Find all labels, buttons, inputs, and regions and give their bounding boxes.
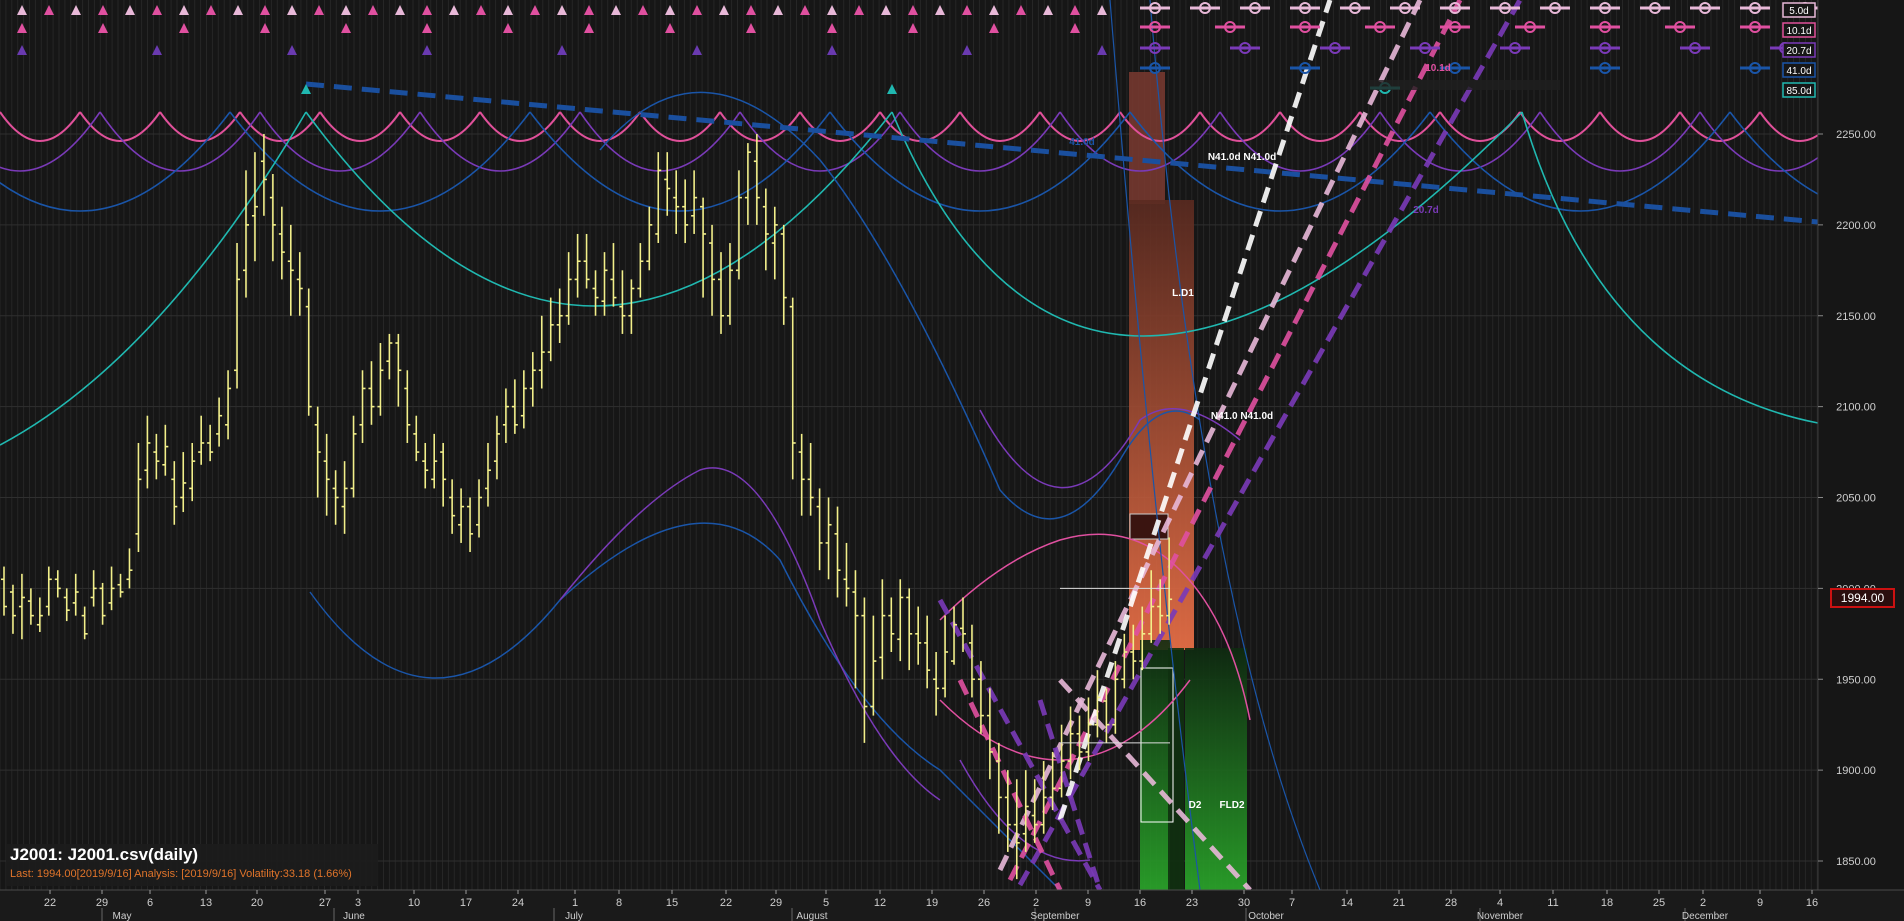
x-tick-label: 1 — [572, 897, 578, 909]
annotation-label: FLD2 — [1220, 800, 1245, 811]
x-tick-label: 20 — [251, 897, 263, 909]
x-tick-label: 13 — [200, 897, 212, 909]
x-tick-label: 24 — [512, 897, 524, 909]
x-tick-label: 14 — [1341, 897, 1353, 909]
month-label: September — [1031, 911, 1081, 921]
annotation-label: 20.7d — [1413, 205, 1439, 216]
y-tick-label: 2050.00 — [1836, 493, 1876, 505]
x-tick-label: 11 — [1547, 897, 1558, 909]
annotation-label: L.D1 — [1172, 288, 1194, 299]
x-tick-label: 16 — [1134, 897, 1146, 909]
x-tick-label: 2 — [1700, 897, 1706, 909]
month-label: August — [796, 911, 827, 921]
chart-subtitle: Last: 1994.00[2019/9/16] Analysis: [2019… — [10, 868, 352, 880]
month-label: November — [1477, 911, 1524, 921]
x-tick-label: 2 — [1033, 897, 1039, 909]
month-label: June — [343, 911, 365, 921]
x-tick-label: 16 — [1806, 897, 1818, 909]
month-label: October — [1248, 911, 1284, 921]
annotation-label: 10.1d — [1425, 63, 1451, 74]
chart-title: J2001: J2001.csv(daily) — [10, 845, 199, 864]
cycle-legend-label: 10.1d — [1786, 26, 1811, 37]
chart-root: 5.0d 10.1d 20.7d 41.0d 85.0d 10.1d 41.0d N41.0d… — [0, 0, 1904, 921]
annotation-label: N41.0d N41.0d — [1208, 152, 1276, 163]
x-tick-label: 8 — [616, 897, 622, 909]
x-tick-label: 29 — [770, 897, 782, 909]
month-label: July — [565, 911, 583, 921]
projection-box — [1129, 513, 1169, 540]
x-tick-label: 17 — [460, 897, 472, 909]
chart-canvas: 5.0d 10.1d 20.7d 41.0d 85.0d 10.1d 41.0d N41.0d… — [0, 0, 1904, 921]
x-tick-label: 12 — [874, 897, 886, 909]
x-tick-label: 29 — [96, 897, 108, 909]
chart-info-panel: J2001: J2001.csv(daily) Last: 1994.00[20… — [6, 844, 378, 886]
last-price-label: 1994.00 — [1830, 588, 1895, 608]
x-tick-label: 21 — [1393, 897, 1405, 909]
x-axis-panel — [0, 890, 1904, 921]
annotation-label: 41.0d — [1069, 137, 1095, 148]
cycle-legend-label: 5.0d — [1789, 6, 1808, 17]
cycle-legend-label: 41.0d — [1786, 66, 1811, 77]
y-tick-label: 2100.00 — [1836, 402, 1876, 414]
x-tick-label: 6 — [147, 897, 153, 909]
x-tick-label: 27 — [319, 897, 331, 909]
x-tick-label: 19 — [926, 897, 938, 909]
x-tick-label: 22 — [720, 897, 732, 909]
x-tick-label: 25 — [1653, 897, 1665, 909]
month-label: May — [113, 911, 132, 921]
projection-zone-green-gap — [1168, 648, 1184, 890]
x-tick-label: 10 — [408, 897, 420, 909]
cycle-legend-label: 20.7d — [1786, 46, 1811, 57]
x-tick-label: 5 — [823, 897, 829, 909]
x-tick-label: 18 — [1601, 897, 1613, 909]
y-tick-label: 1850.00 — [1836, 856, 1876, 868]
x-tick-label: 9 — [1757, 897, 1763, 909]
x-tick-label: 15 — [666, 897, 678, 909]
y-tick-label: 2150.00 — [1836, 311, 1876, 323]
x-tick-label: 9 — [1085, 897, 1091, 909]
cycle-projections — [1140, 2, 1820, 94]
x-tick-label: 28 — [1445, 897, 1457, 909]
annotation-label: D2 — [1189, 800, 1202, 811]
projection-zone-green — [1140, 640, 1170, 890]
y-tick-label: 2200.00 — [1836, 220, 1876, 232]
cycle-legend-label: 85.0d — [1786, 86, 1811, 97]
cycle-projection-bg — [1370, 80, 1560, 90]
x-tick-label: 26 — [978, 897, 990, 909]
x-tick-label: 22 — [44, 897, 56, 909]
x-tick-label: 23 — [1186, 897, 1198, 909]
x-tick-label: 3 — [355, 897, 361, 909]
x-tick-label: 7 — [1289, 897, 1295, 909]
y-tick-label: 1900.00 — [1836, 765, 1876, 777]
month-label: December — [1682, 911, 1729, 921]
y-tick-label: 1950.00 — [1836, 674, 1876, 686]
x-tick-label: 4 — [1497, 897, 1503, 909]
x-tick-label: 30 — [1238, 897, 1250, 909]
y-tick-label: 2250.00 — [1836, 129, 1876, 141]
annotation-label: N41.0 N41.0d — [1211, 411, 1273, 422]
